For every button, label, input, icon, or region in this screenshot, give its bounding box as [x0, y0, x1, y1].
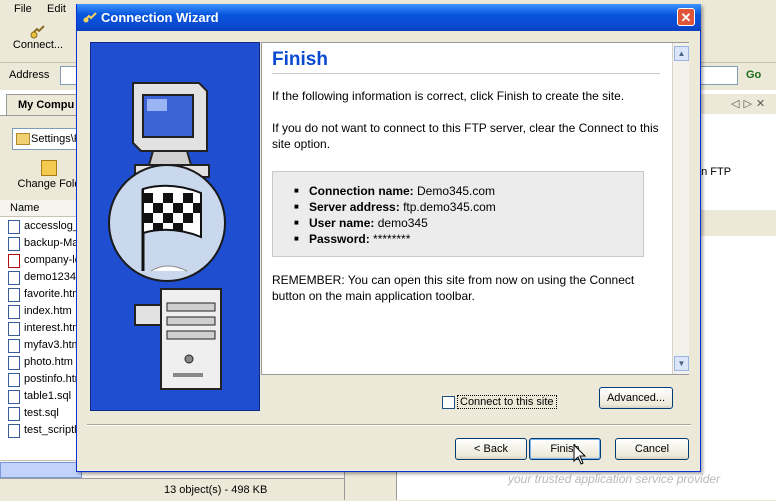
- list-item[interactable]: interest.htm: [6, 320, 86, 337]
- file-icon: [8, 339, 20, 353]
- pane-controls[interactable]: ◁▷✕: [731, 97, 769, 110]
- file-icon: [8, 220, 20, 234]
- file-icon: [8, 288, 20, 302]
- go-button[interactable]: Go: [746, 69, 761, 81]
- list-item[interactable]: test_scriptl: [6, 422, 86, 439]
- tab-label: My Compu: [18, 99, 75, 111]
- summary-value: demo345: [377, 216, 428, 230]
- change-folder-label: Change Fold: [17, 178, 81, 190]
- list-item[interactable]: accesslog_: [6, 218, 86, 235]
- dialog-titlebar[interactable]: Connection Wizard ✕: [77, 4, 701, 31]
- path-breadcrumb[interactable]: Settings\R: [12, 128, 84, 150]
- file-list: accesslog_ backup-Ma company-lo demo1234…: [6, 218, 86, 439]
- file-icon: [8, 424, 20, 438]
- file-name: demo1234: [24, 271, 76, 283]
- opt-out-text: If you do not want to connect to this FT…: [272, 121, 659, 151]
- menu-edit[interactable]: Edit: [47, 3, 66, 15]
- list-item[interactable]: photo.htm: [6, 354, 86, 371]
- page-title: Finish: [272, 49, 328, 70]
- summary-item: Server address: ftp.demo345.com: [294, 199, 496, 215]
- title-divider: [272, 73, 660, 74]
- connect-icon: [30, 25, 45, 39]
- folder-icon: [16, 133, 30, 145]
- dialog-title: Connection Wizard: [101, 10, 219, 25]
- remember-text: REMEMBER: You can open this site from no…: [272, 273, 635, 303]
- vertical-scrollbar[interactable]: ▲ ▼: [672, 43, 689, 374]
- file-name: photo.htm: [24, 356, 73, 368]
- status-text: 13 object(s) - 498 KB: [164, 484, 268, 496]
- list-item[interactable]: backup-Ma: [6, 235, 86, 252]
- button-separator: [87, 424, 691, 426]
- file-name: favorite.htm: [24, 288, 82, 300]
- advanced-button[interactable]: Advanced...: [599, 387, 673, 409]
- connect-button[interactable]: Connect...: [6, 23, 70, 59]
- summary-item: Password: ********: [294, 231, 496, 247]
- file-name: index.htm: [24, 305, 72, 317]
- summary-value: ftp.demo345.com: [403, 200, 496, 214]
- close-icon: ✕: [680, 10, 692, 25]
- file-icon: [8, 254, 20, 268]
- column-name-label: Name: [10, 202, 40, 214]
- close-button[interactable]: ✕: [677, 8, 695, 26]
- file-icon: [8, 305, 20, 319]
- back-button[interactable]: < Back: [455, 438, 527, 460]
- scroll-up-icon[interactable]: ▲: [674, 46, 689, 61]
- scroll-thumb[interactable]: [0, 462, 82, 478]
- wizard-content-panel: Finish If the following information is c…: [261, 42, 689, 375]
- change-folder-button[interactable]: Change Fold: [14, 160, 84, 190]
- address-label: Address: [9, 69, 50, 81]
- list-item[interactable]: table1.sql: [6, 388, 86, 405]
- file-icon: [8, 237, 20, 251]
- cursor-icon: [573, 444, 587, 465]
- summary-item: Connection name: Demo345.com: [294, 183, 496, 199]
- cancel-button[interactable]: Cancel: [615, 438, 689, 460]
- status-bar: 13 object(s) - 498 KB: [0, 478, 344, 501]
- connect-to-site-checkbox[interactable]: [442, 396, 455, 409]
- wizard-icon: [83, 12, 97, 23]
- scroll-down-icon[interactable]: ▼: [674, 356, 689, 371]
- connect-label: Connect...: [12, 39, 64, 51]
- file-name: backup-Ma: [24, 237, 79, 249]
- watermark-text: your trusted application service provide…: [508, 472, 721, 486]
- list-item[interactable]: myfav3.htm: [6, 337, 86, 354]
- file-icon: [8, 390, 20, 404]
- summary-value: Demo345.com: [417, 184, 496, 198]
- file-icon: [8, 271, 20, 285]
- list-item[interactable]: demo1234: [6, 269, 86, 286]
- summary-label: Password:: [309, 232, 370, 246]
- summary-label: Connection name:: [309, 184, 414, 198]
- file-name: interest.htm: [24, 322, 82, 334]
- breadcrumb-text: Settings\R: [31, 133, 81, 145]
- file-icon: [8, 407, 20, 421]
- change-folder-icon: [41, 160, 57, 176]
- file-name: test.sql: [24, 407, 59, 419]
- menu-file[interactable]: File: [14, 3, 32, 15]
- list-item[interactable]: test.sql: [6, 405, 86, 422]
- file-icon: [8, 356, 20, 370]
- file-name: postinfo.htm: [24, 373, 84, 385]
- file-name: table1.sql: [24, 390, 72, 402]
- summary-item: User name: demo345: [294, 215, 496, 231]
- summary-label: Server address:: [309, 200, 400, 214]
- file-icon: [8, 373, 20, 387]
- summary-label: User name:: [309, 216, 375, 230]
- file-name: test_scriptl: [24, 424, 77, 436]
- summary-value: ********: [373, 232, 411, 246]
- file-name: accesslog_: [24, 220, 80, 232]
- connection-summary: Connection name: Demo345.com Server addr…: [272, 171, 644, 257]
- finish-button[interactable]: Finish: [529, 438, 601, 460]
- file-name: myfav3.htm: [24, 339, 81, 351]
- list-item[interactable]: company-lo: [6, 252, 86, 269]
- list-item[interactable]: favorite.htm: [6, 286, 86, 303]
- file-icon: [8, 322, 20, 336]
- computers-flag-illustration: [108, 82, 226, 390]
- list-item[interactable]: index.htm: [6, 303, 86, 320]
- remote-pane-box: [695, 210, 776, 236]
- connect-to-site-label[interactable]: Connect to this site: [457, 395, 557, 409]
- wizard-illustration: [90, 42, 260, 411]
- file-name: company-lo: [24, 254, 81, 266]
- connection-wizard-dialog: Connection Wizard ✕ Finish If the follow…: [76, 4, 701, 472]
- list-item[interactable]: postinfo.htm: [6, 371, 86, 388]
- intro-text: If the following information is correct,…: [272, 89, 625, 103]
